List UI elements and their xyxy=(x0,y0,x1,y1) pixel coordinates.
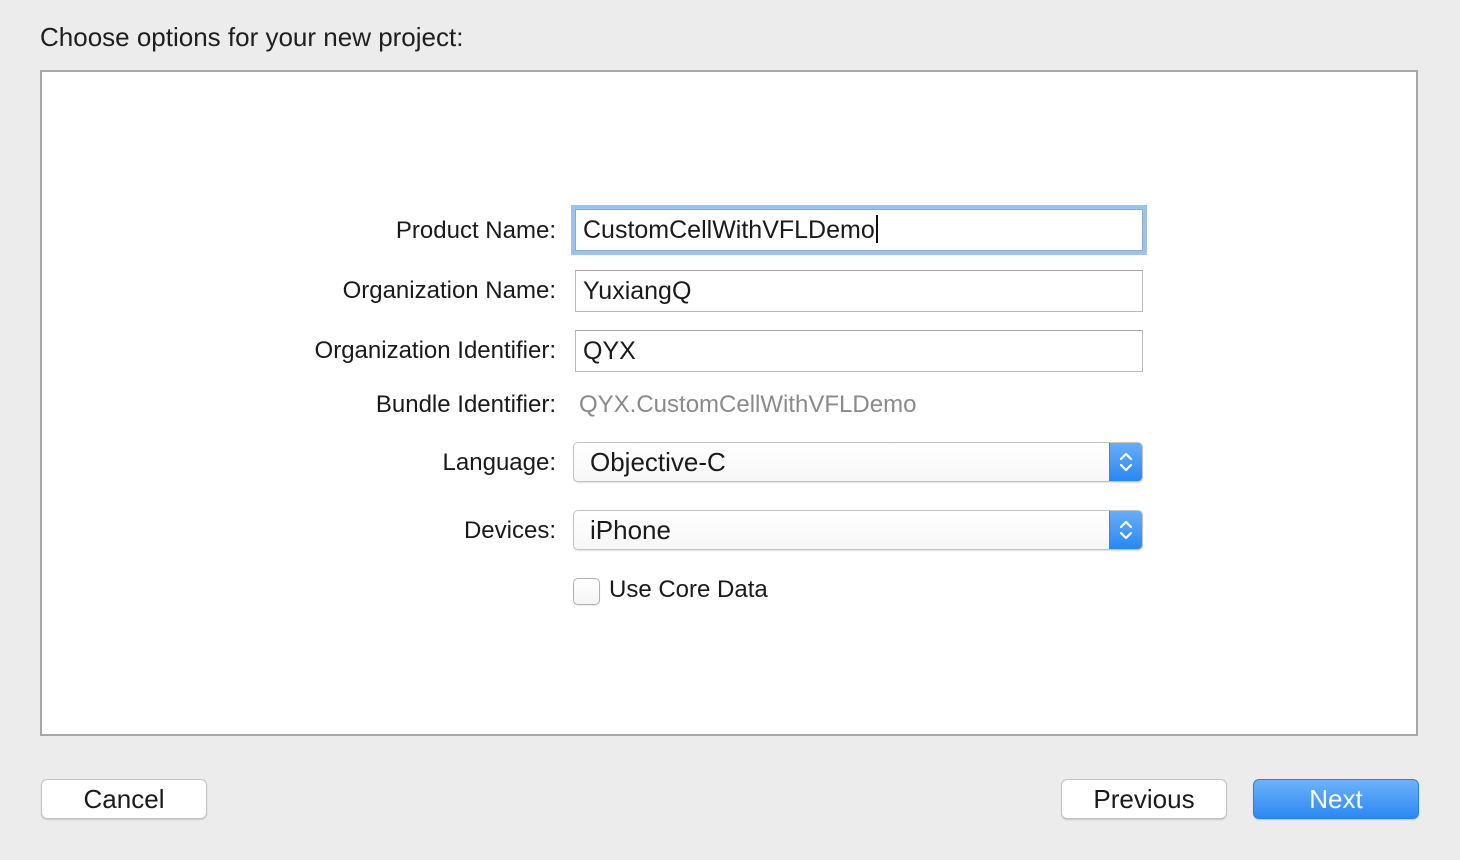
chevron-up-down-icon xyxy=(1109,511,1142,549)
language-selected-value: Objective-C xyxy=(590,447,726,477)
product-name-value: CustomCellWithVFLDemo xyxy=(583,216,875,244)
next-button[interactable]: Next xyxy=(1253,779,1419,819)
language-label: Language: xyxy=(442,449,556,476)
organization-name-value: YuxiangQ xyxy=(583,277,692,305)
organization-identifier-field[interactable]: QYX xyxy=(575,330,1143,372)
bundle-identifier-label: Bundle Identifier: xyxy=(375,391,556,418)
use-core-data-label[interactable]: Use Core Data xyxy=(609,576,768,604)
organization-identifier-label: Organization Identifier: xyxy=(314,337,556,364)
devices-selected-value: iPhone xyxy=(590,515,671,545)
organization-name-label: Organization Name: xyxy=(342,277,556,304)
previous-button[interactable]: Previous xyxy=(1061,779,1227,819)
product-name-field[interactable]: CustomCellWithVFLDemo xyxy=(575,209,1143,251)
organization-name-field[interactable]: YuxiangQ xyxy=(575,270,1143,312)
organization-identifier-value: QYX xyxy=(583,337,636,365)
text-caret xyxy=(875,215,878,244)
devices-label: Devices: xyxy=(463,517,556,544)
cancel-button[interactable]: Cancel xyxy=(41,779,207,819)
devices-popup[interactable]: iPhone xyxy=(573,510,1143,550)
bundle-identifier-value: QYX.CustomCellWithVFLDemo xyxy=(579,391,917,418)
sheet-title: Choose options for your new project: xyxy=(40,22,464,52)
chevron-up-down-icon xyxy=(1109,443,1142,481)
product-name-label: Product Name: xyxy=(395,217,556,244)
language-popup[interactable]: Objective-C xyxy=(573,442,1143,482)
use-core-data-checkbox[interactable] xyxy=(573,578,600,605)
